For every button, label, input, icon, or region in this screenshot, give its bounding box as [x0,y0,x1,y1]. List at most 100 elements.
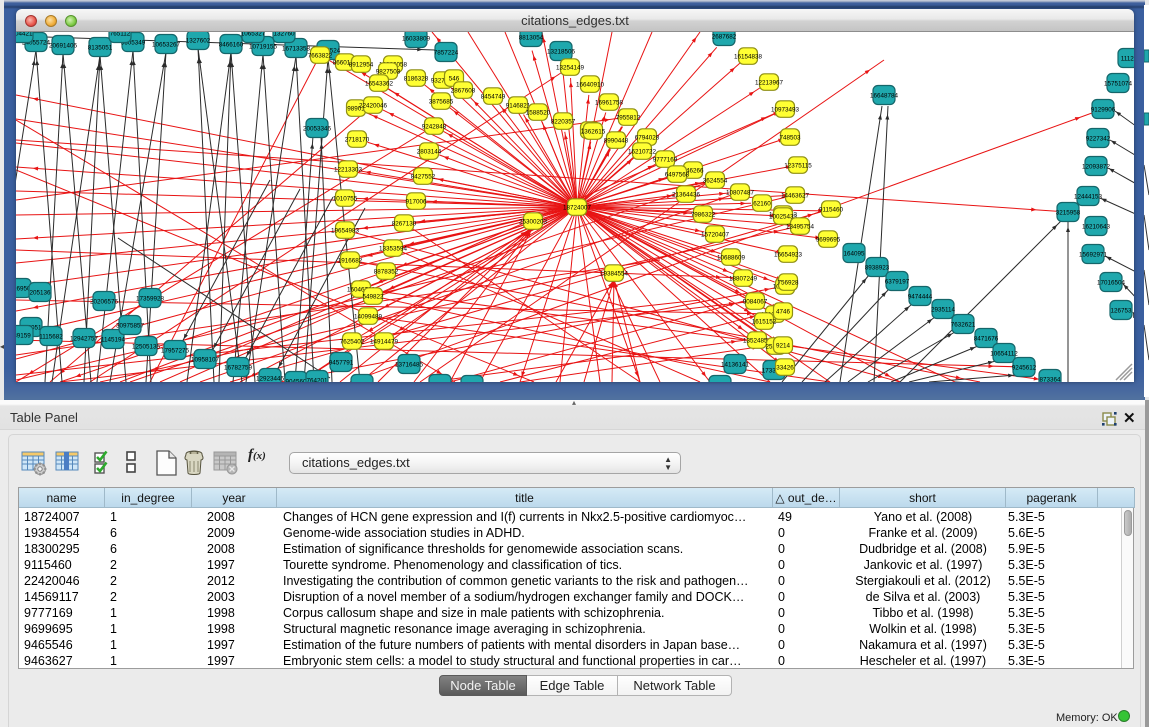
svg-text:9245612: 9245612 [1012,365,1037,372]
svg-text:10688609: 10688609 [717,255,746,262]
svg-text:22420046: 22420046 [359,103,388,110]
svg-text:18724007: 18724007 [563,205,592,212]
svg-text:12375115: 12375115 [784,163,812,170]
svg-text:164095: 164095 [843,251,865,258]
svg-text:15720407: 15720407 [701,232,730,239]
svg-text:1115682: 1115682 [39,334,63,341]
svg-text:14914479: 14914479 [370,339,399,346]
svg-text:16654923: 16654923 [774,252,803,259]
svg-text:917006: 917006 [405,199,427,206]
svg-text:2803144: 2803144 [417,149,442,156]
svg-text:16210722: 16210722 [628,149,657,156]
svg-text:25300203: 25300203 [519,219,548,226]
svg-text:8186328: 8186328 [404,76,429,83]
svg-text:16154838: 16154838 [734,54,763,61]
svg-text:10973493: 10973493 [771,107,800,114]
svg-text:1615152: 1615152 [752,319,777,326]
svg-text:3215958: 3215958 [1056,210,1081,217]
svg-text:104492: 104492 [351,382,373,383]
svg-text:15751074: 15751074 [1104,81,1133,88]
svg-text:10719155: 10719155 [249,44,278,51]
svg-text:8466160: 8466160 [219,42,244,49]
svg-text:18807249: 18807249 [729,276,758,283]
svg-text:12923446: 12923446 [256,376,285,383]
svg-text:20206576: 20206576 [90,299,119,306]
svg-text:15692971: 15692971 [1079,252,1108,259]
svg-text:873364: 873364 [1039,377,1061,383]
svg-text:9115460: 9115460 [819,207,844,214]
svg-text:2718170: 2718170 [345,137,370,144]
svg-text:10807487: 10807487 [726,190,755,197]
svg-text:9457791: 9457791 [329,360,354,367]
svg-text:7625402: 7625402 [340,339,365,346]
svg-text:1916682: 1916682 [338,258,363,265]
svg-text:21364436: 21364436 [672,192,701,199]
svg-text:765112: 765112 [110,32,131,38]
svg-text:7632621: 7632621 [951,322,976,329]
svg-text:16640910: 16640910 [576,82,605,89]
svg-text:19384554: 19384554 [600,271,629,278]
svg-text:132760: 132760 [273,32,295,38]
svg-text:16713358: 16713358 [282,46,311,53]
svg-text:12942757: 12942757 [70,336,99,343]
svg-text:9084067: 9084067 [743,299,768,306]
svg-text:7955812: 7955812 [616,115,641,122]
svg-text:8220357: 8220357 [551,119,576,126]
svg-text:19654983: 19654983 [331,228,360,235]
svg-text:6379197: 6379197 [885,279,910,286]
svg-text:13353594: 13353594 [379,246,408,253]
svg-text:92450: 92450 [431,382,449,383]
svg-text:1362615: 1362615 [581,129,606,136]
svg-text:756928: 756928 [777,280,799,287]
svg-text:9474444: 9474444 [908,294,933,301]
svg-text:9242848: 9242848 [422,124,447,131]
svg-text:1327602: 1327602 [186,38,211,45]
svg-text:205136: 205136 [29,290,51,297]
svg-text:6794028: 6794028 [635,135,660,142]
svg-text:3624554: 3624554 [703,178,728,185]
svg-text:8267130: 8267130 [392,221,417,228]
svg-text:8471676: 8471676 [974,336,999,343]
svg-text:30975857: 30975857 [116,323,145,330]
svg-text:1010755: 1010755 [333,196,358,203]
svg-text:9699695: 9699695 [816,237,841,244]
svg-text:8813054: 8813054 [519,35,544,42]
svg-text:13495754: 13495754 [786,224,815,231]
svg-text:8912954: 8912954 [349,62,374,69]
svg-text:12444153: 12444153 [1074,194,1103,201]
svg-text:126753: 126753 [1110,308,1132,315]
svg-text:12213303: 12213303 [334,167,363,174]
svg-text:7986322: 7986322 [691,212,716,219]
svg-text:10653267: 10653267 [152,42,181,49]
svg-text:8938923: 8938923 [865,265,890,272]
svg-text:8878352: 8878352 [374,269,399,276]
svg-text:13716485: 13716485 [395,362,424,369]
svg-text:13254149: 13254149 [556,65,585,72]
svg-text:14099489: 14099489 [354,314,383,321]
svg-text:10654112: 10654112 [990,351,1018,358]
svg-text:10958107: 10958107 [191,357,220,364]
svg-text:9777169: 9777169 [653,157,678,164]
svg-text:17957275: 17957275 [161,348,190,355]
svg-text:16033809: 16033809 [402,36,431,43]
svg-text:16210643: 16210643 [1082,224,1111,231]
svg-text:9146821: 9146821 [506,103,531,110]
svg-text:764201: 764201 [306,378,328,383]
svg-text:17016504: 17016504 [1097,280,1126,287]
svg-text:904421: 904421 [16,32,33,38]
svg-text:16648784: 16648784 [870,93,899,100]
svg-text:3875685: 3875685 [429,99,454,106]
svg-text:9227342: 9227342 [1086,136,1111,143]
svg-text:12213967: 12213967 [755,80,784,87]
svg-text:20691406: 20691406 [49,43,78,50]
svg-text:39159: 39159 [16,333,31,340]
svg-text:8427552: 8427552 [411,174,436,181]
svg-text:7663822: 7663822 [308,53,333,60]
svg-text:20053346: 20053346 [303,126,332,133]
svg-text:9129906: 9129906 [1091,107,1116,114]
svg-text:1588520: 1588520 [526,110,551,117]
svg-text:1145194: 1145194 [101,337,126,344]
svg-text:8454749: 8454749 [481,94,506,101]
svg-text:2867608: 2867608 [451,88,476,95]
svg-text:2935114: 2935114 [931,307,956,314]
